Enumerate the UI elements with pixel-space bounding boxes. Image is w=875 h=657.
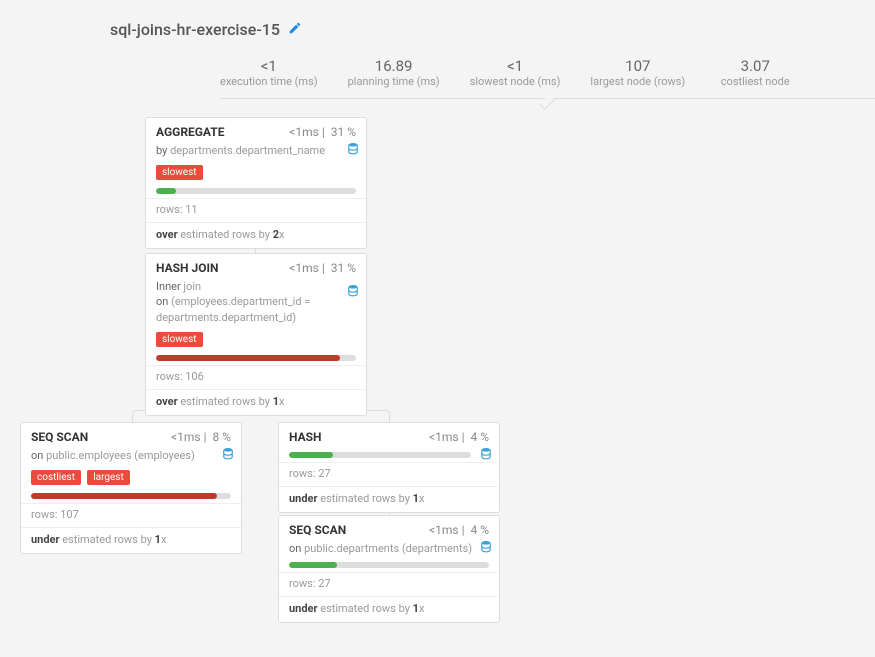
stat-label: planning time (ms) <box>348 75 440 88</box>
estimate-line: under estimated rows by 1x <box>21 527 241 553</box>
stat-slowest: <1 slowest node (ms) <box>470 57 561 88</box>
stat-label: slowest node (ms) <box>470 75 561 88</box>
stat-label: execution time (ms) <box>220 75 318 88</box>
plan-node-hashjoin[interactable]: HASH JOIN <1ms | 31 % Inner join on (emp… <box>145 253 367 416</box>
stat-value: <1 <box>470 57 561 75</box>
node-subtitle: by departments.department_name <box>146 143 366 164</box>
rows-bar <box>279 448 499 462</box>
plan-node-aggregate[interactable]: AGGREGATE <1ms | 31 % by departments.dep… <box>145 117 367 249</box>
node-tags: costliest largest <box>21 469 241 493</box>
plan-node-hash[interactable]: HASH <1ms | 4 % rows: 27 under estimated… <box>278 422 500 513</box>
stat-largest: 107 largest node (rows) <box>590 57 685 88</box>
plan-node-seqscan-employees[interactable]: SEQ SCAN <1ms | 8 % on public.employees … <box>20 422 242 554</box>
database-icon <box>481 448 491 463</box>
rows-bar <box>146 355 366 365</box>
stat-exec-time: <1 execution time (ms) <box>220 57 318 88</box>
node-timing: <1ms | 4 % <box>429 430 489 444</box>
database-icon <box>348 143 358 160</box>
node-subtitle: on public.employees (employees) <box>21 448 241 469</box>
estimate-line: under estimated rows by 1x <box>279 596 499 622</box>
stat-label: costliest node <box>715 75 795 88</box>
plan-title: sql-joins-hr-exercise-15 <box>110 20 280 39</box>
stat-value: <1 <box>220 57 318 75</box>
estimate-line: under estimated rows by 1x <box>279 486 499 512</box>
rows-bar <box>279 562 499 572</box>
node-title: HASH <box>289 430 322 444</box>
node-timing: <1ms | 4 % <box>429 523 489 537</box>
node-subtitle: on public.departments (departments) <box>279 541 499 562</box>
node-timing: <1ms | 31 % <box>289 125 356 139</box>
node-subtitle: Inner join on (employees.department_id =… <box>146 279 366 331</box>
estimate-line: over estimated rows by 2x <box>146 222 366 248</box>
stat-costliest: 3.07 costliest node <box>715 57 795 88</box>
node-title: HASH JOIN <box>156 261 218 275</box>
estimate-line: over estimated rows by 1x <box>146 389 366 415</box>
database-icon <box>223 448 233 465</box>
query-plan-page: sql-joins-hr-exercise-15 <1 execution ti… <box>20 20 875 637</box>
plan-tree: AGGREGATE <1ms | 31 % by departments.dep… <box>20 117 875 637</box>
node-tags: slowest <box>146 164 366 188</box>
stat-plan-time: 16.89 planning time (ms) <box>348 57 440 88</box>
node-timing: <1ms | 8 % <box>171 430 231 444</box>
stat-value: 107 <box>590 57 685 75</box>
edit-icon[interactable] <box>288 21 302 39</box>
stat-value: 3.07 <box>715 57 795 75</box>
rows-count: rows: 107 <box>21 503 241 527</box>
stat-label: largest node (rows) <box>590 75 685 88</box>
tag-costliest: costliest <box>31 470 81 485</box>
rows-bar <box>146 188 366 198</box>
database-icon <box>348 285 358 302</box>
plan-node-seqscan-departments[interactable]: SEQ SCAN <1ms | 4 % on public.department… <box>278 515 500 623</box>
node-title: SEQ SCAN <box>289 523 346 537</box>
node-tags: slowest <box>146 331 366 355</box>
rows-count: rows: 11 <box>146 198 366 222</box>
rows-count: rows: 27 <box>279 462 499 486</box>
node-title: SEQ SCAN <box>31 430 88 444</box>
stats-pointer-icon <box>539 94 555 110</box>
node-title: AGGREGATE <box>156 125 224 139</box>
stats-bar: <1 execution time (ms) 16.89 planning ti… <box>220 57 875 99</box>
node-timing: <1ms | 31 % <box>289 261 356 275</box>
rows-bar <box>21 493 241 503</box>
stat-value: 16.89 <box>348 57 440 75</box>
tag-slowest: slowest <box>156 332 203 347</box>
title-row: sql-joins-hr-exercise-15 <box>110 20 875 39</box>
rows-count: rows: 27 <box>279 572 499 596</box>
tag-slowest: slowest <box>156 165 203 180</box>
tag-largest: largest <box>87 470 130 485</box>
rows-count: rows: 106 <box>146 365 366 389</box>
database-icon <box>481 541 491 558</box>
